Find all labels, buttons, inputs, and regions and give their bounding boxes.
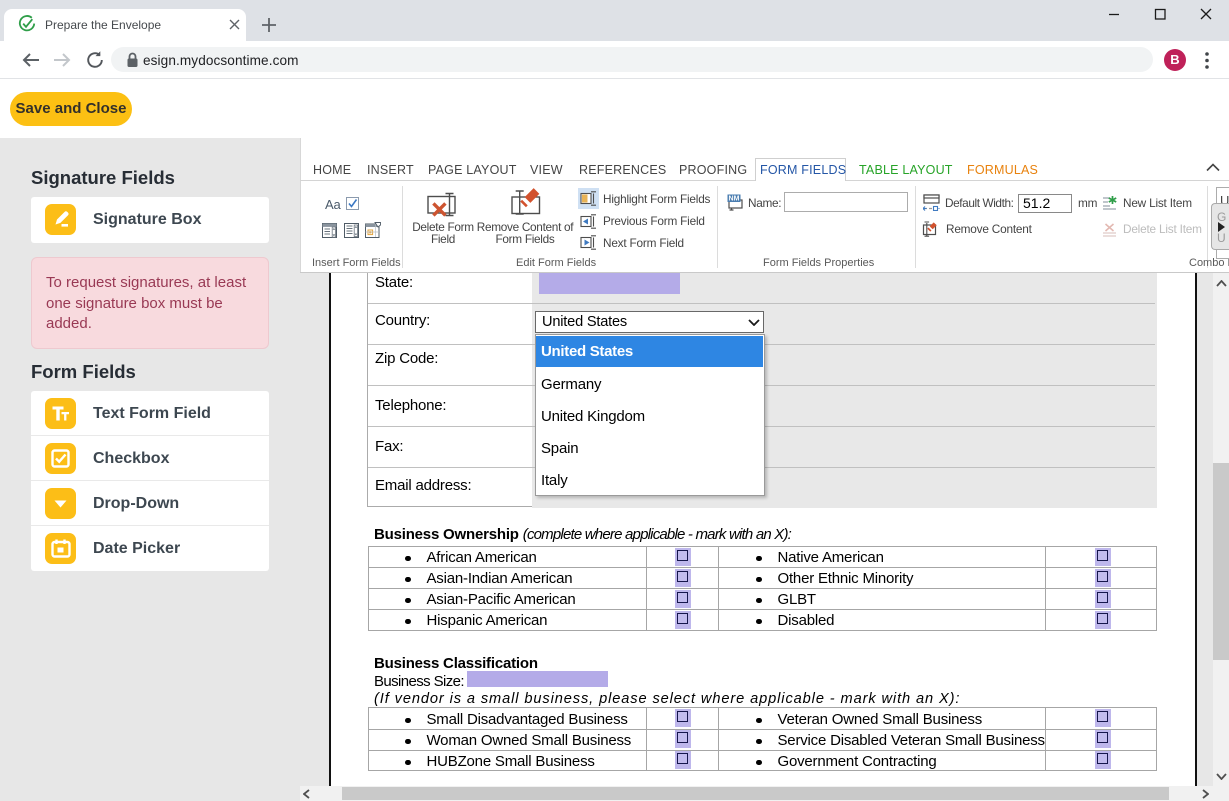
svg-text:NM: NM xyxy=(729,196,740,203)
